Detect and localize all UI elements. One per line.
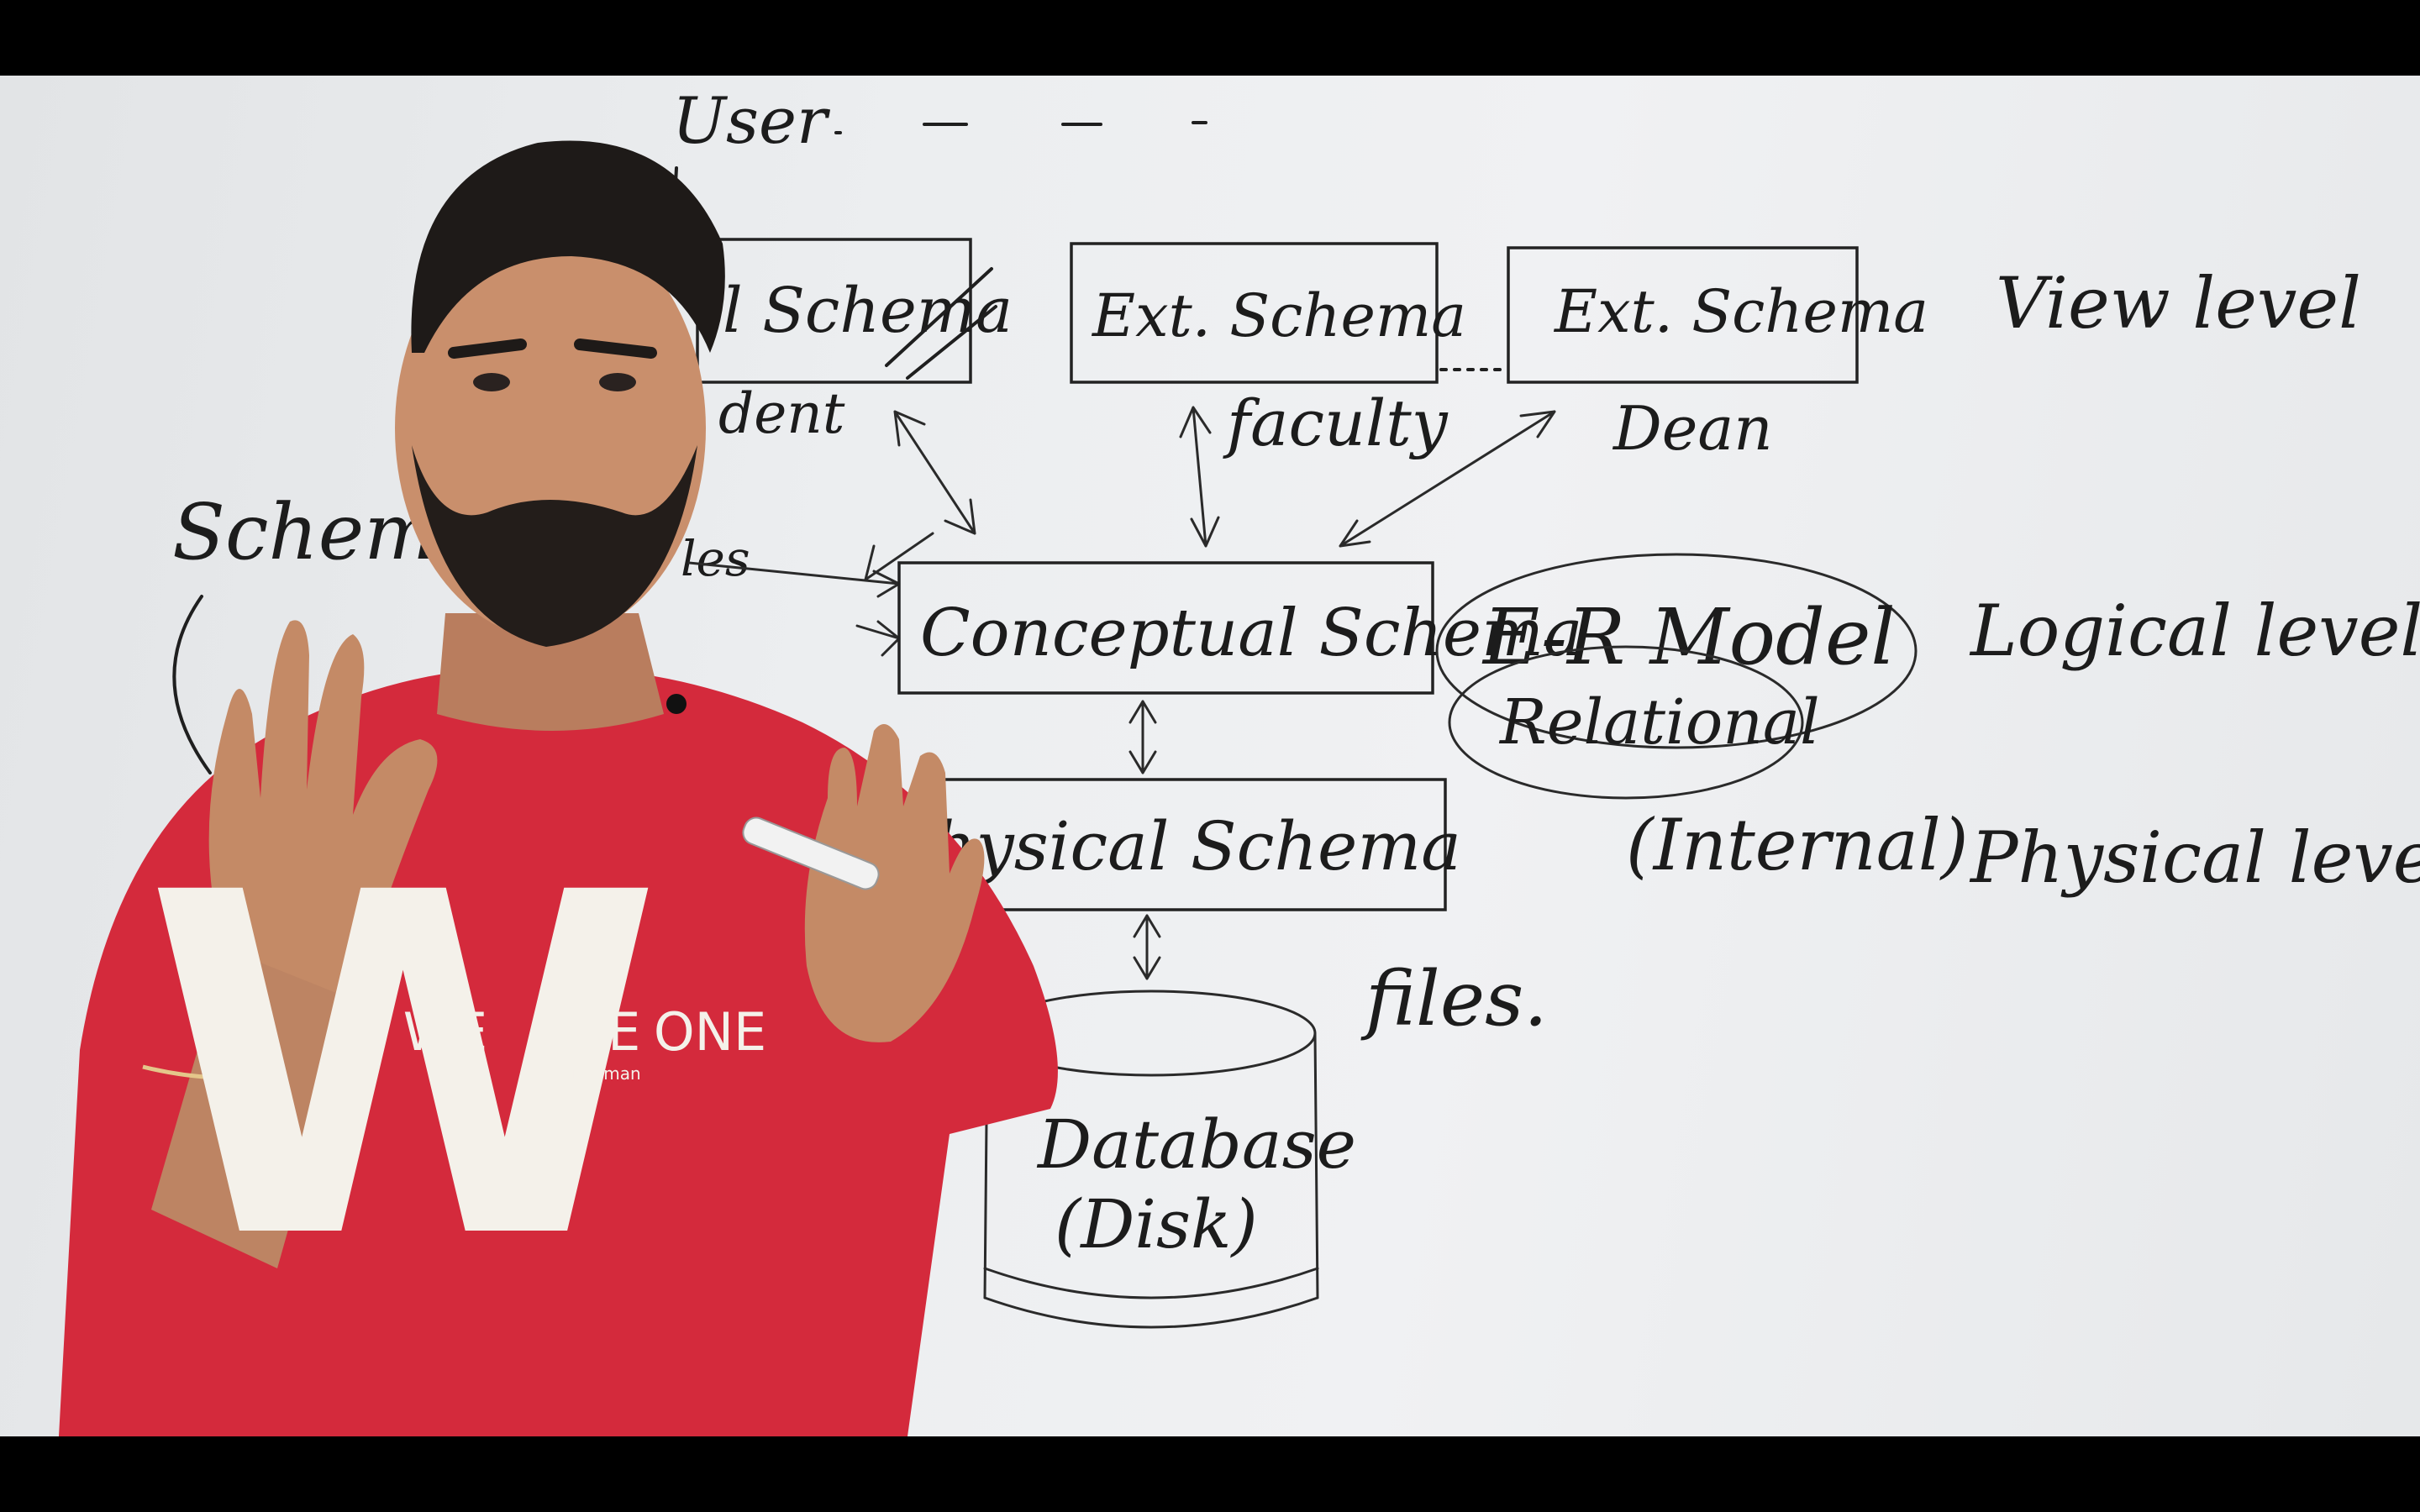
er-model-label: E-R Model	[1481, 592, 1896, 682]
arrow-faculty-conceptual	[1179, 406, 1220, 548]
arrow-physical-database	[1133, 914, 1161, 980]
shirt-word-we: WE	[403, 1001, 487, 1063]
arrow-left-2	[855, 620, 901, 657]
internal-label: (Internal)	[1626, 804, 1969, 886]
right-eye	[599, 373, 636, 391]
shirt-tagline: Being Human	[527, 1063, 640, 1084]
external-schema-label-2: Ext. Schema	[1091, 281, 1466, 350]
database-label: Database	[1036, 1105, 1356, 1184]
dean-label: Dean	[1612, 393, 1773, 464]
arrow-student-conceptual	[893, 410, 976, 535]
external-schema-label-3: Ext. Schema	[1553, 277, 1928, 346]
view-level-label: View level	[1996, 262, 2361, 344]
disk-label: (Disk)	[1055, 1185, 1258, 1263]
left-eye	[473, 373, 510, 391]
whiteboard: User l Schema Ext. Schema Ext. Schema de…	[0, 76, 2420, 1436]
files-fragment: les	[681, 530, 750, 587]
student-label: dent	[718, 381, 845, 446]
external-schema-label-1: l Schema	[723, 275, 1013, 347]
relational-label: Relational	[1498, 686, 1820, 759]
left-parenthesis	[172, 595, 212, 774]
shirt-word-one: ONE	[654, 1001, 766, 1063]
user-label: User	[672, 83, 831, 158]
user-dashes	[834, 121, 1207, 134]
physical-level-label: Physical level	[1969, 816, 2420, 899]
video-frame: User l Schema Ext. Schema Ext. Schema de…	[0, 0, 2420, 1512]
logical-level-label: Logical level	[1969, 590, 2420, 672]
physical-schema-label: hysical Schema	[933, 807, 1461, 885]
arrow-conceptual-physical	[1128, 700, 1157, 774]
shirt-word-are: ARE	[536, 1001, 641, 1063]
files-label: files.	[1360, 955, 1548, 1043]
whiteboard-drawing: User l Schema Ext. Schema Ext. Schema de…	[59, 83, 2420, 1436]
lapel-mic-icon	[666, 694, 687, 714]
faculty-label: faculty	[1223, 386, 1449, 460]
